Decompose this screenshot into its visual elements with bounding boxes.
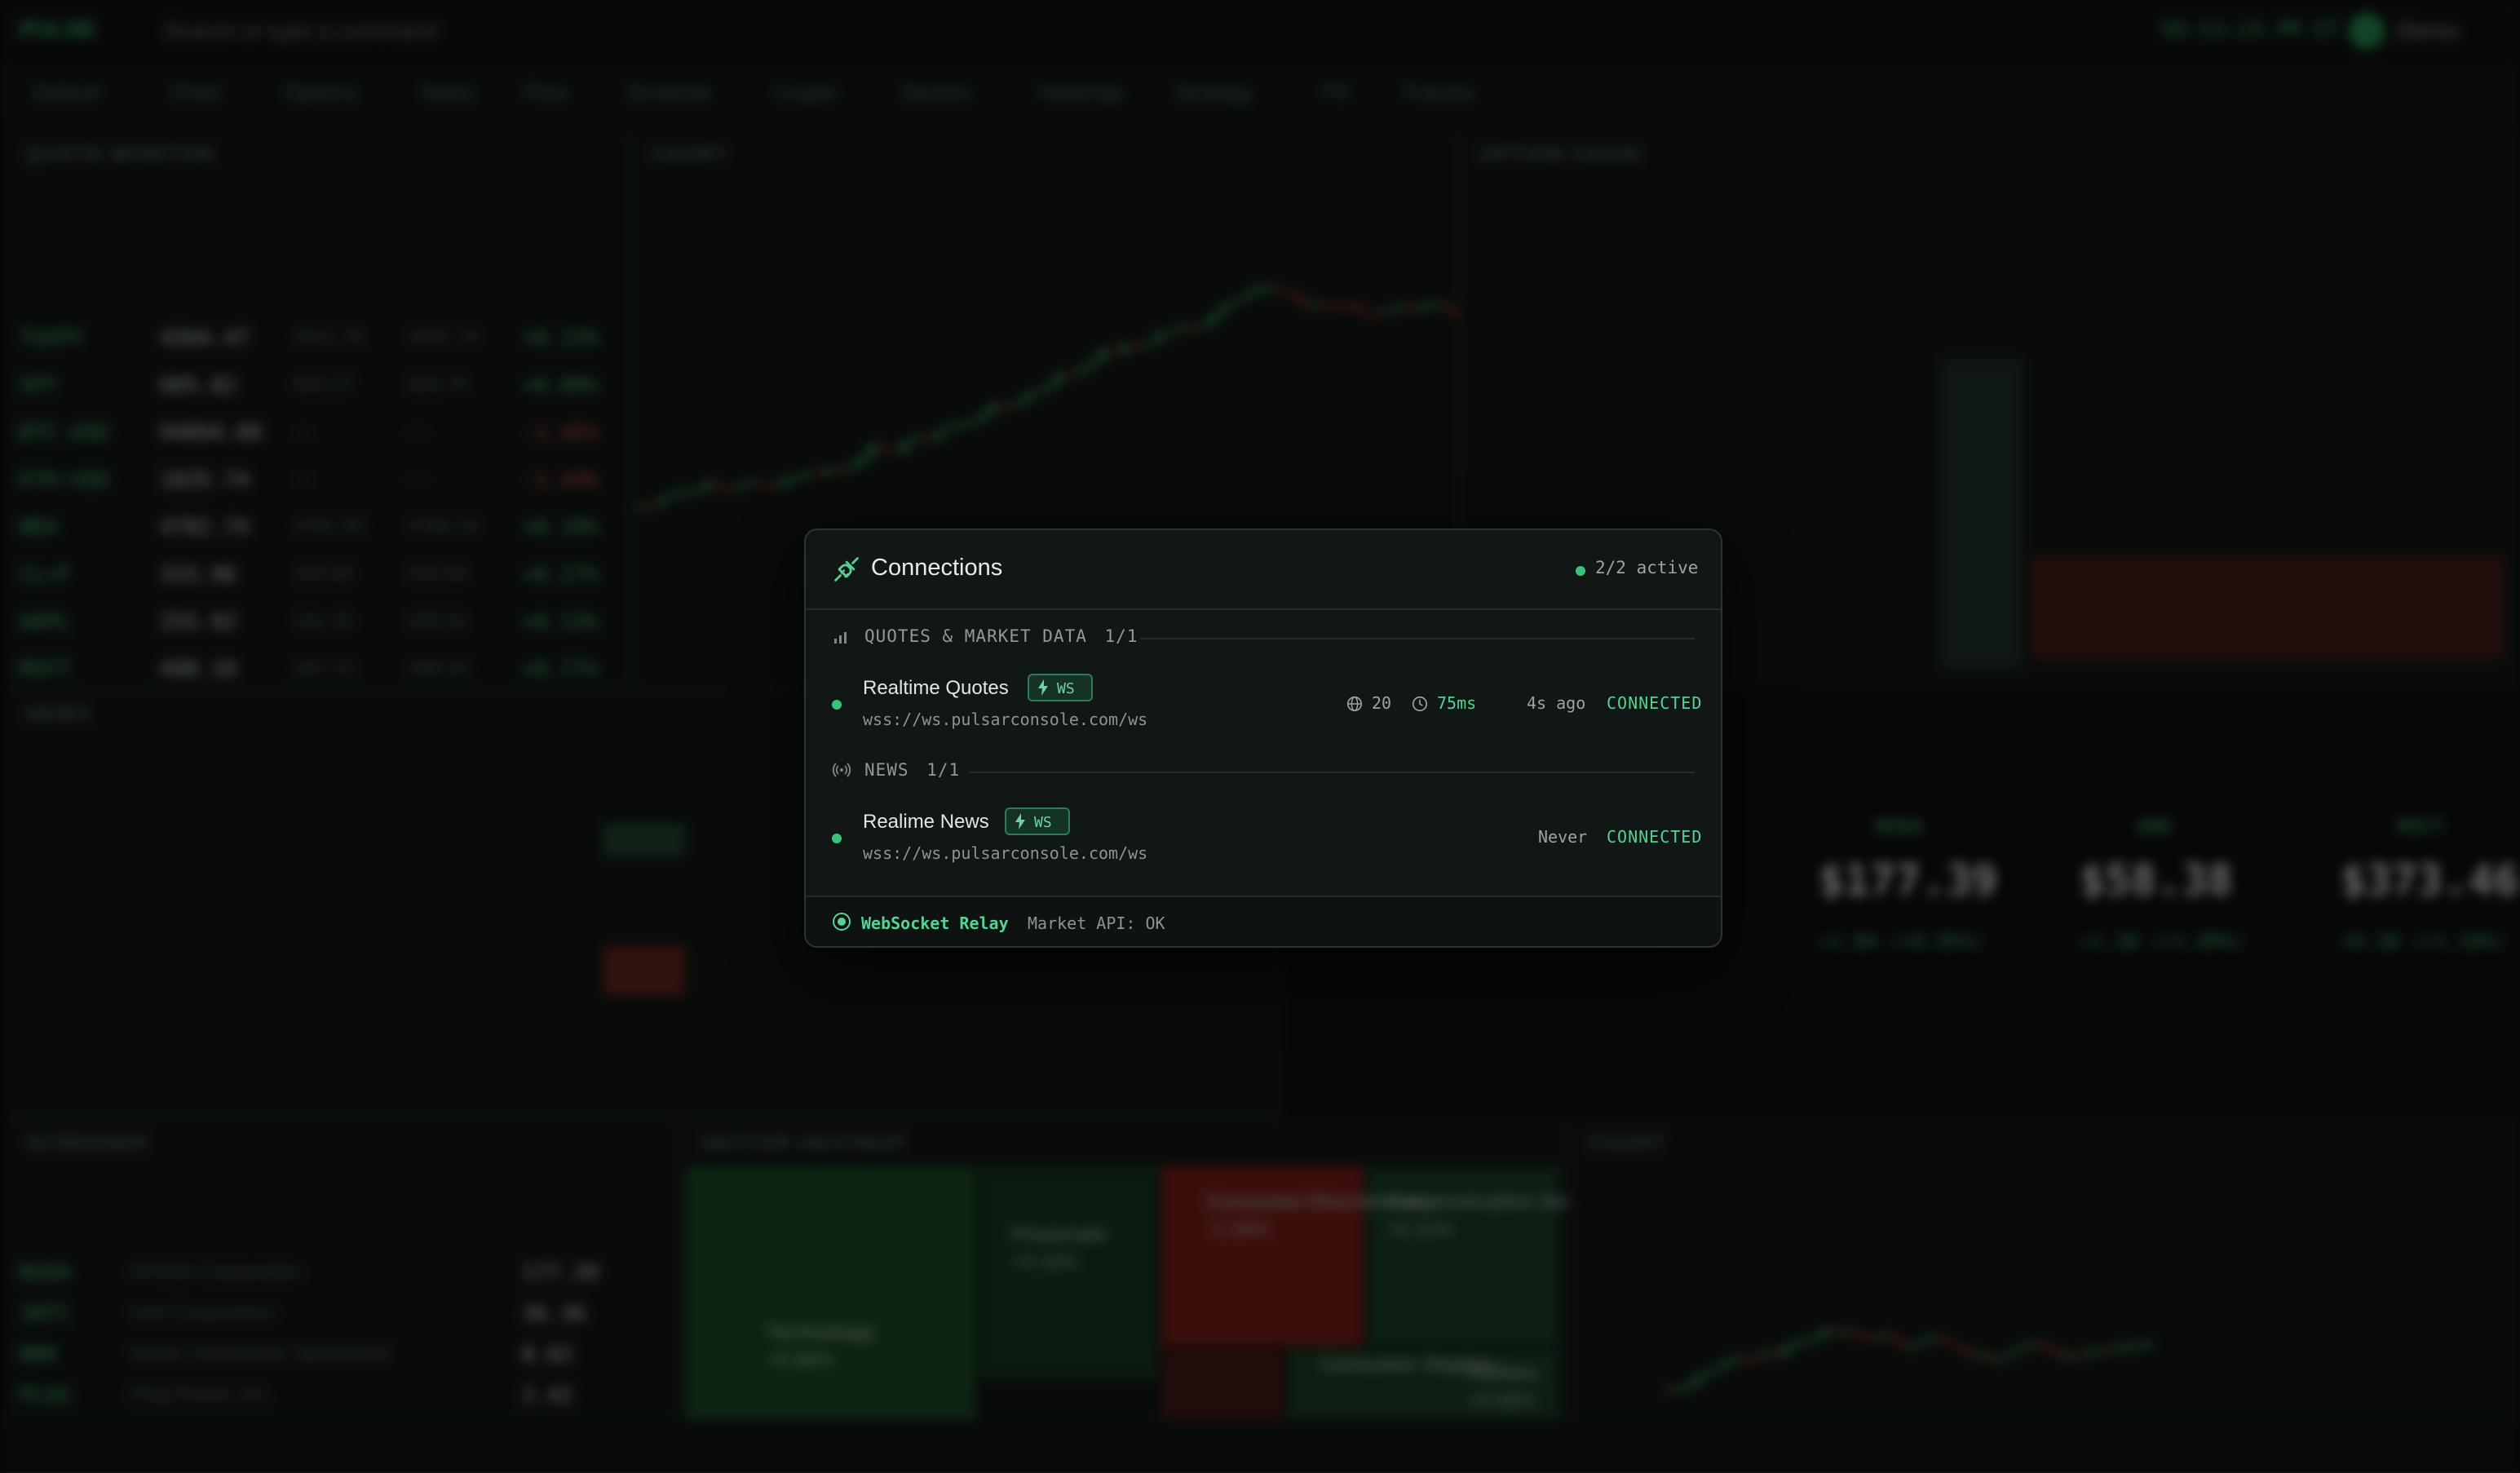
section-label-news: NEWS 1/1: [864, 760, 960, 780]
ws-badge-label: WS: [1034, 814, 1052, 831]
connection-url: wss://ws.pulsarconsole.com/ws: [863, 710, 1148, 729]
signal-bars-icon: [834, 632, 847, 644]
active-summary: 2/2 active: [1595, 558, 1699, 577]
clock-icon: [1412, 696, 1428, 712]
last-message-time: 4s ago: [1527, 693, 1586, 713]
globe-icon: [1346, 696, 1363, 712]
section-count: 1/1: [926, 760, 961, 780]
section-count: 1/1: [1104, 626, 1138, 646]
connection-status-dot: [832, 700, 842, 710]
ws-badge: WS: [1005, 807, 1070, 835]
broadcast-icon: [832, 763, 851, 777]
relay-status-icon: [833, 913, 851, 931]
active-status-dot: [1576, 566, 1585, 576]
latency: 75ms: [1437, 693, 1477, 713]
plug-icon: [834, 557, 859, 582]
dialog-footer: WebSocket Relay Market API: OK: [806, 896, 1721, 946]
api-status: Market API: OK: [1028, 913, 1165, 933]
section-label-quotes: QUOTES & MARKET DATA 1/1: [864, 626, 1138, 646]
subscription-count: 20: [1372, 693, 1392, 713]
section-title: NEWS: [864, 760, 909, 780]
connections-dialog: Connections 2/2 active QUOTES & MARKET D…: [804, 529, 1722, 948]
section-title: QUOTES & MARKET DATA: [864, 626, 1087, 646]
connection-name: Realime News: [863, 811, 989, 833]
ws-badge: WS: [1028, 674, 1093, 701]
ws-badge-label: WS: [1057, 680, 1075, 697]
dialog-title: Connections: [871, 555, 1003, 581]
connection-name: Realtime Quotes: [863, 677, 1009, 699]
connection-status-dot: [832, 834, 842, 843]
bolt-icon: [1038, 679, 1048, 696]
bolt-icon: [1015, 813, 1025, 829]
connection-url: wss://ws.pulsarconsole.com/ws: [863, 843, 1148, 863]
last-message-time: Never: [1538, 827, 1588, 847]
connection-status: CONNECTED: [1607, 827, 1703, 847]
dialog-header: Connections 2/2 active: [806, 530, 1721, 610]
section-divider: [969, 772, 1695, 773]
connection-status: CONNECTED: [1607, 693, 1703, 713]
section-divider: [1140, 638, 1695, 639]
relay-label: WebSocket Relay: [861, 913, 1009, 933]
